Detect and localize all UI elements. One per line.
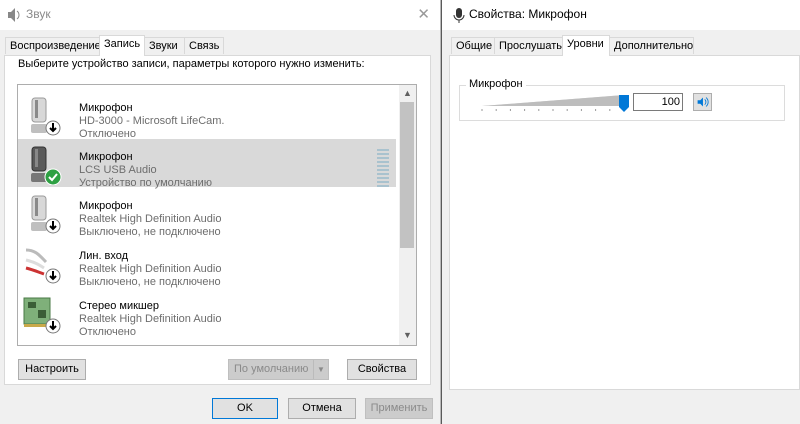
tab-levels[interactable]: Уровни	[562, 35, 610, 56]
device-description: HD-3000 - Microsoft LifeCam.	[79, 115, 225, 127]
properties-button[interactable]: Свойства	[347, 359, 417, 380]
line-in-cable-icon	[25, 248, 61, 284]
microphone-icon	[453, 8, 465, 23]
window-title: Звук	[26, 7, 51, 21]
microphone-properties-window: Свойства: Микрофон Общие Прослушать Уров…	[442, 0, 800, 424]
tab-communications[interactable]: Связь	[184, 37, 224, 54]
scroll-up-icon[interactable]: ▲	[399, 88, 416, 98]
slider-fill	[482, 95, 624, 106]
device-description: Realtek High Definition Audio	[79, 313, 222, 325]
configure-button[interactable]: Настроить	[18, 359, 86, 380]
device-name: Микрофон	[79, 151, 133, 163]
chevron-down-icon[interactable]: ▼	[313, 360, 328, 379]
tab-advanced[interactable]: Дополнительно	[609, 37, 694, 54]
device-name: Стерео микшер	[79, 300, 159, 312]
instruction-text: Выберите устройство записи, параметры ко…	[18, 58, 365, 70]
speaker-icon	[697, 97, 709, 107]
vertical-scrollbar[interactable]: ▲ ▼	[399, 85, 416, 345]
device-name: Микрофон	[79, 102, 133, 114]
device-status: Выключено, не подключено	[79, 226, 221, 238]
sound-card-icon	[23, 297, 61, 334]
mute-button[interactable]	[693, 93, 712, 111]
close-icon[interactable]: ✕	[417, 5, 430, 23]
list-item[interactable]: Микрофон Realtek High Definition Audio В…	[18, 188, 396, 238]
device-description: Realtek High Definition Audio	[79, 213, 222, 225]
group-label: Микрофон	[466, 78, 526, 90]
tab-sounds[interactable]: Звуки	[144, 37, 185, 54]
ok-button[interactable]: OK	[212, 398, 278, 419]
microphone-icon	[31, 97, 61, 136]
tab-listen[interactable]: Прослушать	[494, 37, 563, 54]
microphone-icon	[31, 146, 62, 185]
scroll-down-icon[interactable]: ▼	[399, 330, 416, 340]
sound-window: Звук ✕ Воспроизведение Запись Звуки Связ…	[0, 0, 441, 424]
apply-button[interactable]: Применить	[365, 398, 433, 419]
set-default-label: По умолчанию	[234, 363, 309, 375]
device-status: Выключено, не подключено	[79, 276, 221, 288]
title-bar: Свойства: Микрофон	[442, 0, 800, 30]
window-title: Свойства: Микрофон	[469, 7, 587, 21]
tab-general[interactable]: Общие	[451, 37, 495, 54]
cancel-button[interactable]: Отмена	[288, 398, 356, 419]
list-item[interactable]: Микрофон HD-3000 - Microsoft LifeCam. От…	[18, 90, 396, 140]
tab-recording[interactable]: Запись	[99, 35, 145, 56]
speaker-icon	[8, 8, 20, 22]
device-status: Отключено	[79, 326, 136, 338]
tab-playback[interactable]: Воспроизведение	[5, 37, 101, 54]
list-item-selected[interactable]: Микрофон LCS USB Audio Устройство по умо…	[18, 139, 396, 189]
level-meter	[377, 149, 389, 189]
microphone-icon	[31, 195, 61, 234]
slider-thumb[interactable]	[619, 95, 629, 112]
set-default-button[interactable]: По умолчанию ▼	[228, 359, 329, 380]
device-list[interactable]: Микрофон HD-3000 - Microsoft LifeCam. От…	[17, 84, 417, 346]
device-name: Микрофон	[79, 200, 133, 212]
list-item[interactable]: Лин. вход Realtek High Definition Audio …	[18, 238, 396, 288]
title-bar: Звук ✕	[0, 0, 440, 30]
scroll-thumb[interactable]	[400, 102, 414, 248]
slider-ticks	[481, 109, 625, 111]
list-item[interactable]: Стерео микшер Realtek High Definition Au…	[18, 288, 396, 338]
level-slider[interactable]	[480, 92, 630, 114]
device-name: Лин. вход	[79, 250, 129, 262]
device-description: LCS USB Audio	[79, 164, 157, 176]
device-description: Realtek High Definition Audio	[79, 263, 222, 275]
level-value-field[interactable]: 100	[633, 93, 683, 111]
